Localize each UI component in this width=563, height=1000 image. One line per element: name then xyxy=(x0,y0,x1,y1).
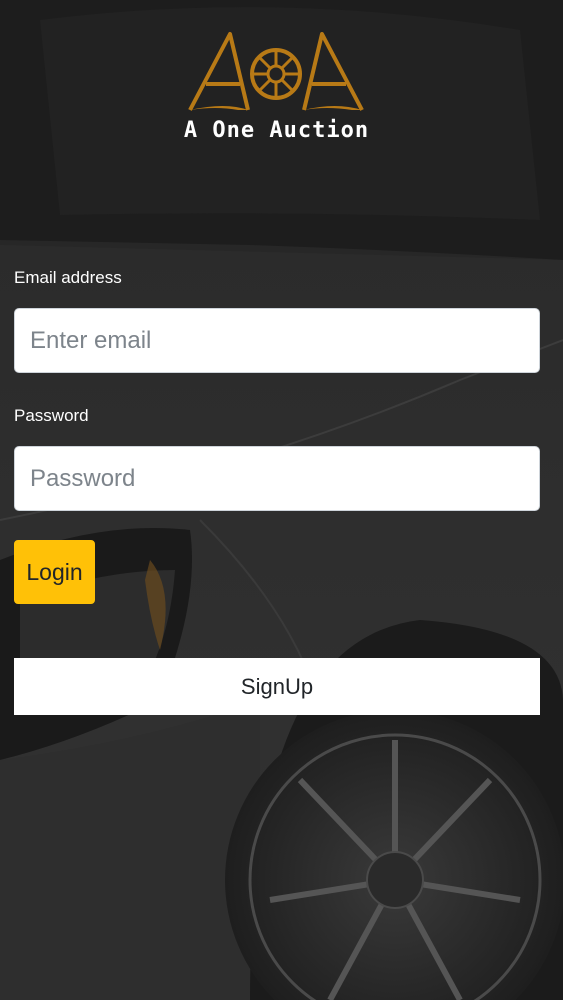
signup-button[interactable]: SignUp xyxy=(14,658,540,715)
password-label: Password xyxy=(14,406,89,425)
email-label: Email address xyxy=(14,268,122,287)
brand-logo xyxy=(188,32,364,111)
brand-name: A One Auction xyxy=(183,118,370,143)
email-input[interactable] xyxy=(14,308,540,373)
password-input[interactable] xyxy=(14,446,540,511)
login-button[interactable]: Login xyxy=(14,540,95,604)
